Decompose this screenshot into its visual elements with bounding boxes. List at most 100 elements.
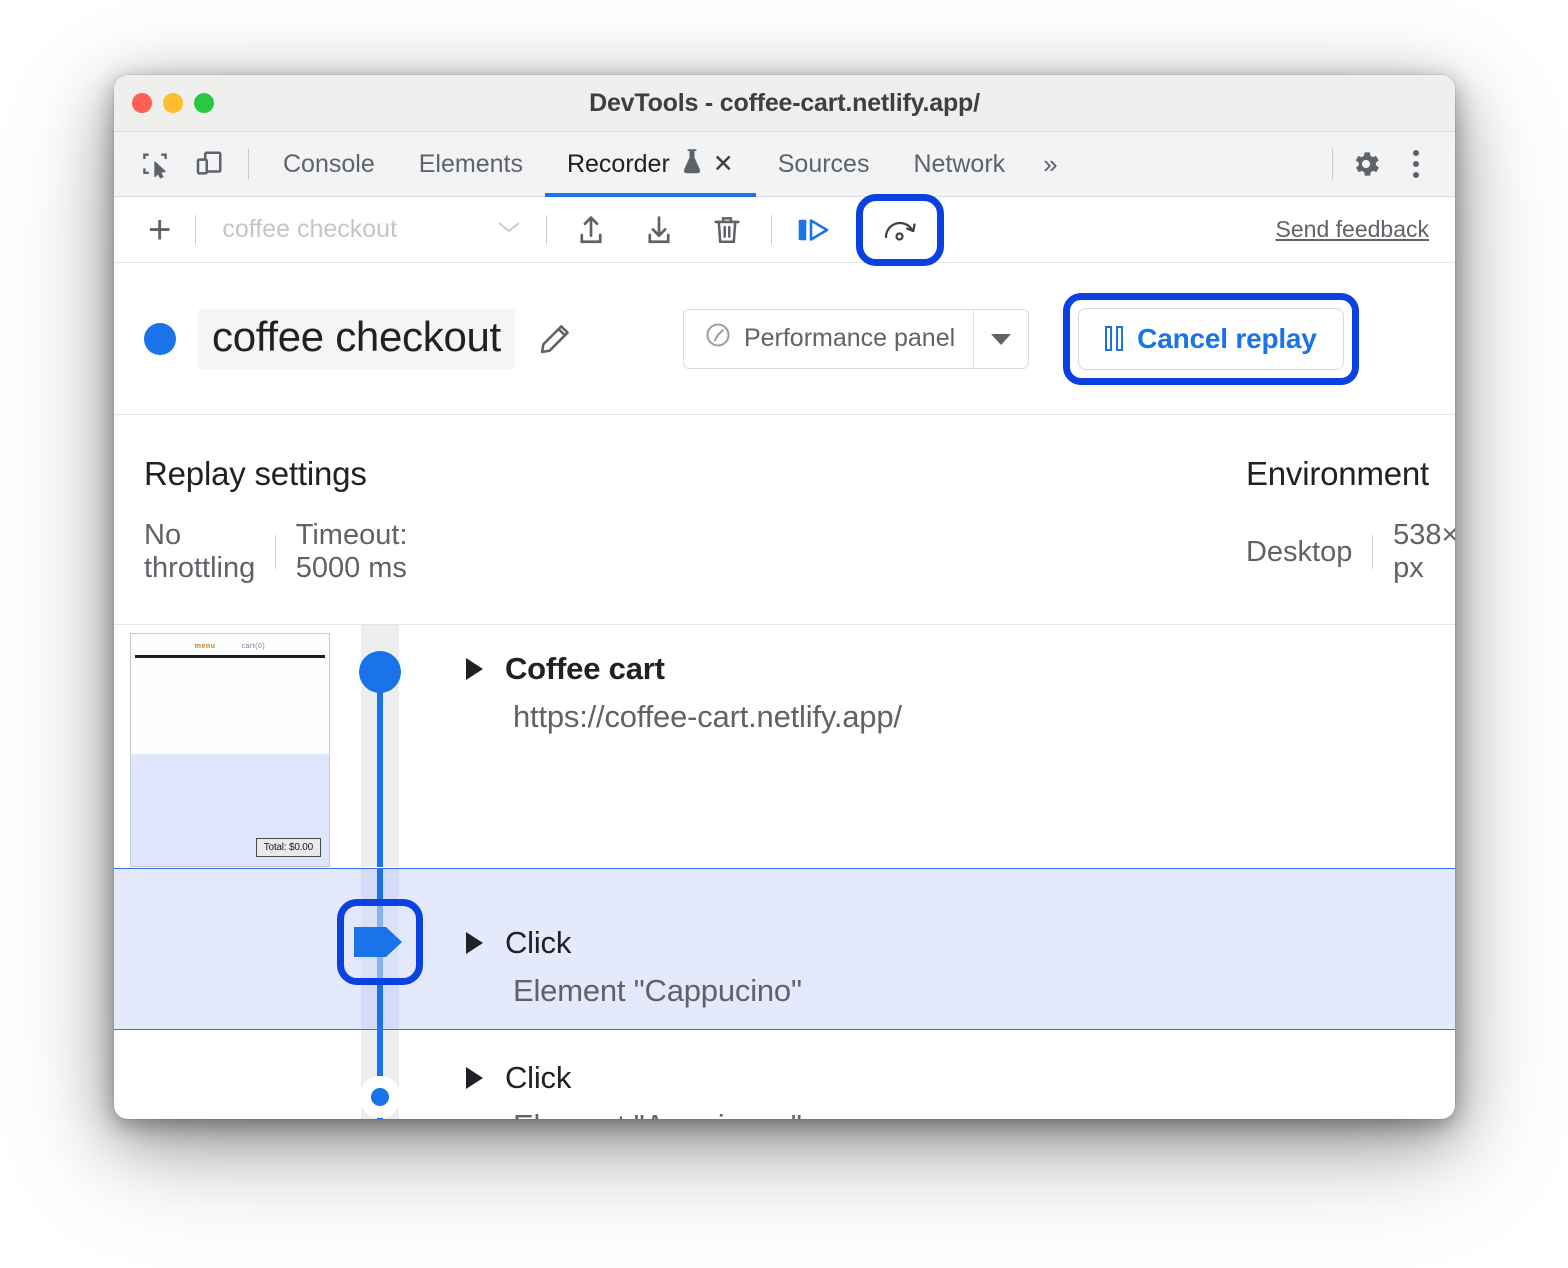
device-toolbar-icon[interactable] [182, 132, 236, 196]
step-row[interactable]: Click Element "Cappucino" [114, 868, 1455, 1030]
performance-gauge-icon [704, 321, 732, 356]
thumbnail-total-button: Total: $0.00 [256, 838, 321, 857]
window-title: DevTools - coffee-cart.netlify.app/ [114, 89, 1455, 118]
page-screenshot-thumbnail: menu cart(0) Total: $0.00 [130, 633, 330, 867]
right-tools-divider [1332, 148, 1333, 180]
step-title-row: Click [466, 1060, 1455, 1096]
add-recording-button[interactable]: + [134, 210, 185, 250]
expand-step-icon[interactable] [466, 658, 483, 680]
tab-label: Recorder [567, 150, 670, 179]
toolbar-divider [546, 215, 547, 245]
expand-step-icon[interactable] [466, 1067, 483, 1089]
chevron-down-icon [496, 219, 522, 240]
timeline-rail [377, 672, 383, 867]
more-options-icon[interactable] [1393, 150, 1439, 178]
maximize-window-button[interactable] [194, 93, 214, 113]
step-title-row: Click [466, 925, 1455, 961]
step-screenshot-cell: menu cart(0) Total: $0.00 [114, 625, 346, 867]
gear-icon[interactable] [1339, 148, 1393, 180]
expand-step-icon[interactable] [466, 932, 483, 954]
step-timeline-cell [346, 625, 414, 867]
import-icon[interactable] [625, 213, 693, 247]
step-screenshot-cell [114, 1030, 346, 1119]
export-icon[interactable] [557, 213, 625, 247]
traffic-lights [132, 93, 214, 113]
replay-status-indicator [144, 323, 176, 355]
screenshot-stage: DevTools - coffee-cart.netlify.app/ Cons… [0, 0, 1568, 1268]
recording-selector-value: coffee checkout [222, 215, 397, 244]
tab-recorder[interactable]: Recorder ✕ [545, 132, 756, 196]
step-timeline-cell [346, 1030, 414, 1119]
step-title-row: Coffee cart [466, 651, 1455, 687]
step-marker-current[interactable] [352, 919, 408, 965]
tab-label: Network [913, 150, 1005, 179]
device-value: Desktop [1246, 536, 1352, 569]
step-title: Coffee cart [505, 651, 665, 687]
thumbnail-divider [135, 655, 325, 658]
step-subtitle: Element "Cappucino" [513, 973, 1455, 1009]
pause-icon [1105, 326, 1123, 351]
toolbar-divider [771, 215, 772, 245]
more-tabs-icon[interactable]: » [1027, 132, 1073, 196]
value-divider [1372, 535, 1373, 569]
replay-target-caret-icon[interactable] [974, 310, 1028, 368]
recording-header: coffee checkout Performance panel [114, 263, 1455, 415]
step-title: Click [505, 1060, 571, 1096]
step-content: Coffee cart https://coffee-cart.netlify.… [414, 625, 1455, 867]
environment-title: Environment [1246, 455, 1455, 493]
thumbnail-nav-right: cart(0) [241, 643, 265, 650]
close-recorder-tab-icon[interactable]: ✕ [713, 152, 734, 177]
send-feedback-link[interactable]: Send feedback [1276, 216, 1429, 243]
replay-target-value: Performance panel [744, 324, 955, 353]
step-subtitle: Element "Americano" [513, 1108, 1455, 1119]
step-row[interactable]: Click Element "Americano" [114, 1030, 1455, 1119]
timeout-value: Timeout: 5000 ms [296, 519, 408, 585]
tab-console[interactable]: Console [261, 132, 397, 196]
environment-values: Desktop 538×624 px [1246, 519, 1455, 585]
step-content: Click Element "Americano" [414, 1030, 1455, 1119]
recorder-toolbar: + coffee checkout [114, 197, 1455, 263]
delete-icon[interactable] [693, 213, 761, 247]
cancel-replay-button[interactable]: Cancel replay [1078, 308, 1344, 370]
replay-summary: Replay settings No throttling Timeout: 5… [114, 415, 1455, 625]
step-marker-start[interactable] [359, 651, 401, 693]
replay-settings-group: Replay settings No throttling Timeout: 5… [144, 455, 408, 624]
toolbar-divider [195, 215, 196, 245]
recording-selector[interactable]: coffee checkout [206, 215, 536, 244]
replay-settings-title: Replay settings [144, 455, 408, 493]
measure-performance-highlight [856, 194, 944, 266]
steps-list: menu cart(0) Total: $0.00 Coffee cart [114, 625, 1455, 1119]
minimize-window-button[interactable] [163, 93, 183, 113]
recording-title: coffee checkout [198, 309, 515, 369]
window-titlebar: DevTools - coffee-cart.netlify.app/ [114, 75, 1455, 132]
tab-sources[interactable]: Sources [756, 132, 892, 196]
step-replay-icon[interactable] [782, 214, 850, 246]
environment-group: Environment Desktop 538×624 px [1246, 455, 1455, 624]
step-marker-current-highlight [337, 899, 423, 985]
cancel-replay-label: Cancel replay [1137, 323, 1317, 355]
step-subtitle: https://coffee-cart.netlify.app/ [513, 699, 1455, 735]
inspect-element-icon[interactable] [128, 132, 182, 196]
tabstrip-right-tools [1332, 132, 1455, 196]
step-timeline-cell [346, 869, 414, 1029]
measure-performance-icon[interactable] [866, 213, 934, 247]
step-title: Click [505, 925, 571, 961]
throttling-value: No throttling [144, 519, 255, 585]
tab-label: Elements [419, 150, 523, 179]
devtools-window: DevTools - coffee-cart.netlify.app/ Cons… [114, 75, 1455, 1119]
devtools-tabstrip: Console Elements Recorder ✕ Sources Netw… [114, 132, 1455, 197]
replay-target-select[interactable]: Performance panel [683, 309, 1029, 369]
thumbnail-nav: menu cart(0) [131, 634, 329, 650]
toolbar-divider [248, 149, 249, 179]
step-content: Click Element "Cappucino" [414, 869, 1455, 1029]
replay-settings-values: No throttling Timeout: 5000 ms [144, 519, 408, 585]
step-marker-pending[interactable] [359, 1076, 401, 1118]
replay-target-label-group: Performance panel [684, 310, 973, 368]
edit-title-icon[interactable] [537, 321, 573, 357]
step-screenshot-cell [114, 869, 346, 1029]
panel-tabs: Console Elements Recorder ✕ Sources Netw… [261, 132, 1027, 196]
tab-elements[interactable]: Elements [397, 132, 545, 196]
close-window-button[interactable] [132, 93, 152, 113]
step-row[interactable]: menu cart(0) Total: $0.00 Coffee cart [114, 625, 1455, 868]
tab-network[interactable]: Network [891, 132, 1027, 196]
